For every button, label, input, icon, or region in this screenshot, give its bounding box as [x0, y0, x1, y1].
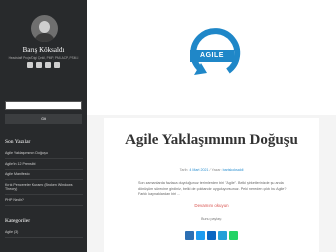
date-label: Tarih: — [179, 168, 190, 172]
recent-post-link[interactable]: Agile'in 12 Prensibi — [5, 159, 83, 170]
recent-posts-list: Agile Yaklaşımının Doğuşu Agile'in 12 Pr… — [5, 148, 83, 207]
site-owner-name[interactable]: Barış Köksaldı — [0, 46, 87, 54]
recent-post-link[interactable]: Agile Yaklaşımının Doğuşu — [5, 148, 83, 159]
post-card: Agile Yaklaşımının Doğuşu Tarih: 4 Mart … — [104, 118, 319, 252]
recent-post-link[interactable]: PHP Nedir? — [5, 195, 83, 207]
read-more-link[interactable]: Devamını okuyun — [104, 203, 319, 208]
categories-list: Agile (3) — [5, 227, 83, 238]
avatar[interactable] — [31, 15, 58, 42]
share-linkedin-icon[interactable] — [207, 231, 216, 240]
category-link[interactable]: Agile (3) — [5, 227, 83, 238]
author-label: / Yazar: — [208, 168, 223, 172]
facebook-icon[interactable] — [27, 62, 33, 68]
site-description: Headstaff Proje/Digi Çekil, PMP, PMI-ACP… — [8, 56, 79, 60]
main-content: AGILE Agile Yaklaşımının Doğuşu Tarih: 4… — [87, 0, 336, 252]
mail-icon[interactable] — [54, 62, 60, 68]
sidebar: Barış Köksaldı Headstaff Proje/Digi Çeki… — [0, 0, 87, 252]
search-input[interactable] — [5, 101, 82, 110]
share-facebook-icon[interactable] — [185, 231, 194, 240]
recent-posts-heading: Son Yazılar — [5, 139, 31, 145]
share-telegram-icon[interactable] — [218, 231, 227, 240]
search-button[interactable]: Git — [5, 114, 82, 124]
recent-post-link[interactable]: Agile Manifesto — [5, 170, 83, 181]
post-author-link[interactable]: bariskoksaldi — [223, 168, 244, 172]
share-buttons — [104, 231, 319, 240]
featured-image[interactable]: AGILE — [87, 0, 336, 115]
share-twitter-icon[interactable] — [196, 231, 205, 240]
social-links — [0, 62, 87, 68]
agile-logo-label: AGILE — [190, 50, 234, 62]
linkedin-icon[interactable] — [36, 62, 42, 68]
post-date-link[interactable]: 4 Mart 2021 — [189, 168, 208, 172]
instagram-icon[interactable] — [45, 62, 51, 68]
post-excerpt: Son zamanlarda fazlaca duyduğunuz teriml… — [138, 181, 287, 197]
share-whatsapp-icon[interactable] — [229, 231, 238, 240]
post-meta: Tarih: 4 Mart 2021 / Yazar: bariskoksald… — [104, 168, 319, 172]
categories-heading: Kategoriler — [5, 218, 31, 224]
recent-post-link[interactable]: Kırık Pencereler Kuramı (Broken Windows … — [5, 180, 83, 196]
post-title[interactable]: Agile Yaklaşımının Doğuşu — [104, 132, 319, 149]
share-label: Bunu paylaş: — [201, 217, 222, 221]
